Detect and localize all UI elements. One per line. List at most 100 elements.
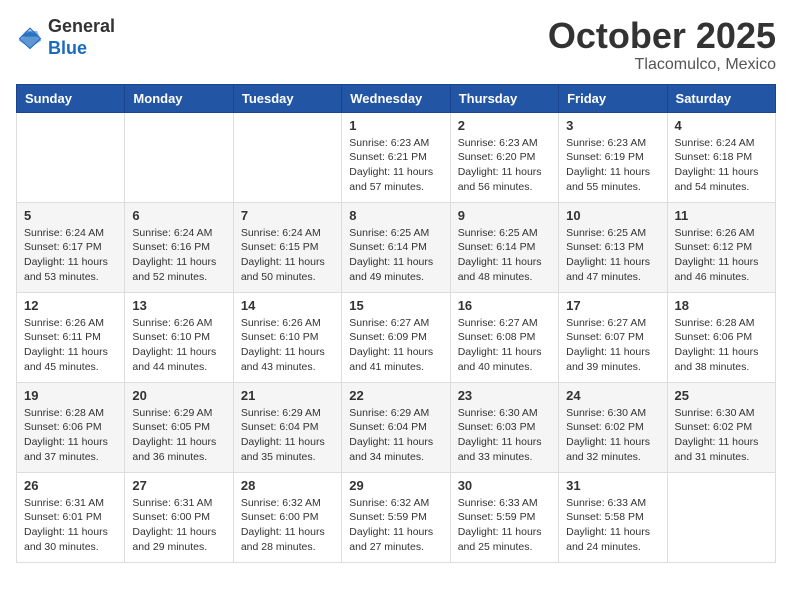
day-number: 3 [566, 118, 659, 133]
calendar-cell-w3-d4: 16 Sunrise: 6:27 AM Sunset: 6:08 PM Dayli… [450, 292, 558, 382]
calendar-cell-w1-d4: 2Sunrise: 6:23 AM Sunset: 6:20 PM Daylig… [450, 112, 558, 202]
calendar-cell-w2-d6: 11 Sunrise: 6:26 AM Sunset: 6:12 PM Dayli… [667, 202, 775, 292]
calendar-cell-w3-d5: 17 Sunrise: 6:27 AM Sunset: 6:07 PM Dayli… [559, 292, 667, 382]
day-info: Sunrise: 6:28 AM Sunset: 6:06 PM Dayligh… [675, 316, 768, 375]
day-info: Sunrise: 6:29 AM Sunset: 6:04 PM Dayligh… [349, 406, 442, 465]
day-info: Sunrise: 6:23 AM Sunset: 6:19 PM Dayligh… [566, 136, 659, 195]
day-number: 1 [349, 118, 442, 133]
day-info: Sunrise: 6:29 AM Sunset: 6:05 PM Dayligh… [132, 406, 225, 465]
day-number: 16 [458, 298, 551, 313]
day-info: Sunrise: 6:24 AM Sunset: 6:17 PM Dayligh… [24, 226, 117, 285]
calendar-cell-w4-d4: 23Sunrise: 6:30 AM Sunset: 6:03 PM Dayli… [450, 382, 558, 472]
logo-blue-text: Blue [48, 38, 115, 60]
day-number: 2 [458, 118, 551, 133]
day-number: 4 [675, 118, 768, 133]
day-number: 7 [241, 208, 334, 223]
calendar-cell-w4-d1: 20 Sunrise: 6:29 AM Sunset: 6:05 PM Dayli… [125, 382, 233, 472]
day-number: 6 [132, 208, 225, 223]
calendar-week-5: 26 Sunrise: 6:31 AM Sunset: 6:01 PM Dayli… [17, 472, 776, 562]
calendar-cell-w4-d2: 21 Sunrise: 6:29 AM Sunset: 6:04 PM Dayli… [233, 382, 341, 472]
day-number: 11 [675, 208, 768, 223]
calendar-cell-w1-d1 [125, 112, 233, 202]
calendar-cell-w1-d6: 4 Sunrise: 6:24 AM Sunset: 6:18 PM Daylig… [667, 112, 775, 202]
calendar-cell-w2-d5: 10 Sunrise: 6:25 AM Sunset: 6:13 PM Dayli… [559, 202, 667, 292]
title-block: October 2025 Tlacomulco, Mexico [548, 16, 776, 74]
day-info: Sunrise: 6:27 AM Sunset: 6:07 PM Dayligh… [566, 316, 659, 375]
day-number: 25 [675, 388, 768, 403]
day-number: 22 [349, 388, 442, 403]
day-info: Sunrise: 6:26 AM Sunset: 6:12 PM Dayligh… [675, 226, 768, 285]
day-info: Sunrise: 6:33 AM Sunset: 5:59 PM Dayligh… [458, 496, 551, 555]
day-info: Sunrise: 6:26 AM Sunset: 6:10 PM Dayligh… [132, 316, 225, 375]
header-wednesday: Wednesday [342, 84, 450, 112]
calendar-cell-w2-d0: 5Sunrise: 6:24 AM Sunset: 6:17 PM Daylig… [17, 202, 125, 292]
page-header: General Blue October 2025 Tlacomulco, Me… [16, 16, 776, 74]
calendar-cell-w2-d1: 6 Sunrise: 6:24 AM Sunset: 6:16 PM Daylig… [125, 202, 233, 292]
day-info: Sunrise: 6:28 AM Sunset: 6:06 PM Dayligh… [24, 406, 117, 465]
calendar-cell-w3-d0: 12 Sunrise: 6:26 AM Sunset: 6:11 PM Dayli… [17, 292, 125, 382]
header-monday: Monday [125, 84, 233, 112]
day-info: Sunrise: 6:24 AM Sunset: 6:18 PM Dayligh… [675, 136, 768, 195]
calendar-cell-w5-d5: 31Sunrise: 6:33 AM Sunset: 5:58 PM Dayli… [559, 472, 667, 562]
calendar-cell-w5-d6 [667, 472, 775, 562]
calendar-cell-w2-d2: 7 Sunrise: 6:24 AM Sunset: 6:15 PM Daylig… [233, 202, 341, 292]
day-info: Sunrise: 6:33 AM Sunset: 5:58 PM Dayligh… [566, 496, 659, 555]
calendar-cell-w4-d3: 22 Sunrise: 6:29 AM Sunset: 6:04 PM Dayli… [342, 382, 450, 472]
header-saturday: Saturday [667, 84, 775, 112]
day-info: Sunrise: 6:23 AM Sunset: 6:21 PM Dayligh… [349, 136, 442, 195]
calendar-week-1: 1 Sunrise: 6:23 AM Sunset: 6:21 PM Daylig… [17, 112, 776, 202]
day-number: 21 [241, 388, 334, 403]
day-number: 14 [241, 298, 334, 313]
month-title: October 2025 [548, 16, 776, 56]
day-info: Sunrise: 6:25 AM Sunset: 6:13 PM Dayligh… [566, 226, 659, 285]
day-number: 26 [24, 478, 117, 493]
day-number: 20 [132, 388, 225, 403]
day-info: Sunrise: 6:31 AM Sunset: 6:00 PM Dayligh… [132, 496, 225, 555]
day-number: 9 [458, 208, 551, 223]
day-info: Sunrise: 6:29 AM Sunset: 6:04 PM Dayligh… [241, 406, 334, 465]
day-number: 17 [566, 298, 659, 313]
day-number: 27 [132, 478, 225, 493]
header-tuesday: Tuesday [233, 84, 341, 112]
calendar-table: Sunday Monday Tuesday Wednesday Thursday… [16, 84, 776, 563]
day-number: 13 [132, 298, 225, 313]
calendar-cell-w5-d1: 27 Sunrise: 6:31 AM Sunset: 6:00 PM Dayli… [125, 472, 233, 562]
calendar-cell-w1-d3: 1 Sunrise: 6:23 AM Sunset: 6:21 PM Daylig… [342, 112, 450, 202]
day-number: 19 [24, 388, 117, 403]
calendar-header-row: Sunday Monday Tuesday Wednesday Thursday… [17, 84, 776, 112]
header-thursday: Thursday [450, 84, 558, 112]
day-info: Sunrise: 6:26 AM Sunset: 6:11 PM Dayligh… [24, 316, 117, 375]
day-info: Sunrise: 6:25 AM Sunset: 6:14 PM Dayligh… [458, 226, 551, 285]
calendar-week-4: 19 Sunrise: 6:28 AM Sunset: 6:06 PM Dayli… [17, 382, 776, 472]
calendar-cell-w3-d1: 13 Sunrise: 6:26 AM Sunset: 6:10 PM Dayli… [125, 292, 233, 382]
day-number: 29 [349, 478, 442, 493]
calendar-cell-w3-d3: 15 Sunrise: 6:27 AM Sunset: 6:09 PM Dayli… [342, 292, 450, 382]
logo-icon [16, 24, 44, 52]
day-info: Sunrise: 6:27 AM Sunset: 6:08 PM Dayligh… [458, 316, 551, 375]
calendar-cell-w1-d0 [17, 112, 125, 202]
day-info: Sunrise: 6:30 AM Sunset: 6:02 PM Dayligh… [675, 406, 768, 465]
calendar-cell-w4-d5: 24Sunrise: 6:30 AM Sunset: 6:02 PM Dayli… [559, 382, 667, 472]
calendar-cell-w5-d4: 30 Sunrise: 6:33 AM Sunset: 5:59 PM Dayli… [450, 472, 558, 562]
day-info: Sunrise: 6:31 AM Sunset: 6:01 PM Dayligh… [24, 496, 117, 555]
day-number: 12 [24, 298, 117, 313]
day-info: Sunrise: 6:24 AM Sunset: 6:15 PM Dayligh… [241, 226, 334, 285]
day-number: 30 [458, 478, 551, 493]
day-number: 18 [675, 298, 768, 313]
header-friday: Friday [559, 84, 667, 112]
calendar-week-3: 12 Sunrise: 6:26 AM Sunset: 6:11 PM Dayli… [17, 292, 776, 382]
header-sunday: Sunday [17, 84, 125, 112]
day-number: 10 [566, 208, 659, 223]
day-info: Sunrise: 6:24 AM Sunset: 6:16 PM Dayligh… [132, 226, 225, 285]
calendar-week-2: 5Sunrise: 6:24 AM Sunset: 6:17 PM Daylig… [17, 202, 776, 292]
day-info: Sunrise: 6:32 AM Sunset: 6:00 PM Dayligh… [241, 496, 334, 555]
day-number: 23 [458, 388, 551, 403]
calendar-cell-w5-d2: 28Sunrise: 6:32 AM Sunset: 6:00 PM Dayli… [233, 472, 341, 562]
calendar-cell-w1-d5: 3 Sunrise: 6:23 AM Sunset: 6:19 PM Daylig… [559, 112, 667, 202]
day-info: Sunrise: 6:27 AM Sunset: 6:09 PM Dayligh… [349, 316, 442, 375]
day-number: 15 [349, 298, 442, 313]
calendar-cell-w2-d3: 8Sunrise: 6:25 AM Sunset: 6:14 PM Daylig… [342, 202, 450, 292]
calendar-cell-w5-d3: 29Sunrise: 6:32 AM Sunset: 5:59 PM Dayli… [342, 472, 450, 562]
logo-text: General Blue [48, 16, 115, 59]
day-number: 24 [566, 388, 659, 403]
